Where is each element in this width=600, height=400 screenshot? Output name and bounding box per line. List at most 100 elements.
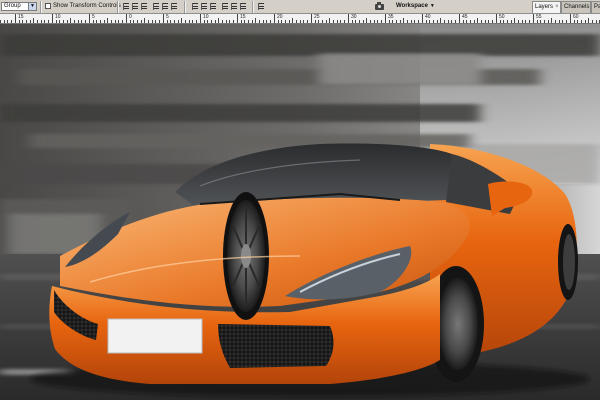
ruler-tick: [66, 20, 68, 23]
ruler-tick: [62, 20, 64, 23]
ruler-tick: [566, 20, 568, 23]
ruler-tick: [273, 14, 275, 23]
distribute-left-icon[interactable]: [222, 3, 229, 10]
ruler-tick: [492, 20, 494, 23]
tab-paths[interactable]: Pa: [591, 1, 600, 13]
ruler-tick: [362, 20, 364, 23]
distribute-hcenter-icon[interactable]: [231, 3, 238, 10]
ruler-tick: [210, 20, 212, 23]
ruler-tick: [288, 20, 290, 23]
ruler-tick: [333, 20, 334, 23]
workspace-menu[interactable]: Workspace ▼: [396, 2, 435, 11]
align-bottom-icon[interactable]: [141, 3, 148, 10]
chevron-down-icon: ▼: [28, 3, 36, 10]
horizontal-ruler[interactable]: 15 10 5 0 5 10 15 20 25 30 35 40 45 50 55 60: [0, 14, 600, 24]
ruler-tick: [462, 20, 464, 23]
ruler-label: 30: [351, 14, 357, 20]
distribute-right-icon[interactable]: [240, 3, 247, 10]
ruler-tick: [347, 14, 349, 23]
separator: [40, 1, 42, 13]
ruler-tick: [392, 20, 394, 23]
ruler-tick: [222, 20, 223, 23]
tab-channels[interactable]: Channels: [561, 1, 591, 13]
ruler-tick: [584, 20, 586, 23]
ruler-label: 5: [166, 14, 169, 20]
ruler-tick: [336, 20, 338, 23]
separator: [184, 1, 186, 13]
ruler-tick: [244, 20, 246, 23]
ruler-tick: [166, 20, 168, 23]
ruler-tick: [92, 20, 94, 23]
options-bar: Group ▼ Show Transform Controls Workspac…: [0, 0, 600, 14]
ruler-tick: [580, 20, 582, 23]
ruler-tick: [514, 18, 516, 23]
separator: [117, 1, 119, 13]
ruler-tick: [314, 20, 316, 23]
ruler-tick: [481, 20, 482, 23]
ruler-tick: [595, 20, 597, 23]
ruler-tick: [358, 20, 360, 23]
ruler-tick: [562, 20, 564, 23]
bridge-camera-icon[interactable]: [375, 2, 385, 11]
ruler-tick: [558, 20, 560, 23]
auto-select-dropdown[interactable]: Group ▼: [1, 2, 37, 11]
align-hcenter-icon[interactable]: [162, 3, 169, 10]
ruler-tick: [451, 20, 453, 23]
ruler-tick: [444, 20, 445, 23]
ruler-tick: [259, 20, 260, 23]
ruler-tick: [218, 18, 220, 23]
tab-channels-label: Channels: [564, 4, 590, 10]
align-vcenter-icon[interactable]: [132, 3, 139, 10]
align-left-icon[interactable]: [153, 3, 160, 10]
ruler-tick: [495, 14, 497, 23]
ruler-tick: [207, 20, 209, 23]
ruler-tick: [159, 20, 161, 23]
ruler-tick: [399, 20, 401, 23]
align-top-icon[interactable]: [123, 3, 130, 10]
ruler-tick: [370, 20, 371, 23]
ruler-label: 50: [499, 14, 505, 20]
ruler-tick: [488, 20, 490, 23]
ruler-tick: [543, 20, 545, 23]
ruler-tick: [532, 14, 534, 23]
ruler-tick: [225, 20, 227, 23]
ruler-tick: [536, 20, 538, 23]
ruler-tick: [569, 14, 571, 23]
ruler-tick: [214, 20, 216, 23]
distribute-top-icon[interactable]: [192, 3, 199, 10]
ruler-tick: [366, 18, 368, 23]
close-icon[interactable]: ×: [555, 4, 559, 10]
ruler-tick: [395, 20, 397, 23]
car-photo: [0, 24, 600, 400]
ruler-tick: [540, 20, 542, 23]
ruler-tick: [277, 20, 279, 23]
ruler-tick: [0, 20, 1, 23]
ruler-tick: [425, 20, 427, 23]
align-right-icon[interactable]: [171, 3, 178, 10]
ruler-tick: [381, 20, 383, 23]
ruler-tick: [325, 20, 327, 23]
ruler-tick: [199, 14, 201, 23]
ruler-tick: [262, 20, 264, 23]
ruler-tick: [455, 20, 457, 23]
ruler-tick: [148, 20, 149, 23]
ruler-label: 25: [314, 14, 320, 20]
ruler-tick: [270, 20, 272, 23]
ruler-tick: [88, 14, 90, 23]
document-canvas[interactable]: [0, 24, 600, 400]
ruler-tick: [529, 20, 531, 23]
auto-align-icon[interactable]: [258, 3, 265, 10]
ruler-tick: [340, 20, 342, 23]
show-transform-checkbox[interactable]: [45, 3, 51, 9]
ruler-tick: [373, 20, 375, 23]
tab-layers[interactable]: Layers ×: [532, 1, 561, 13]
ruler-tick: [251, 20, 253, 23]
ruler-tick: [266, 20, 268, 23]
ruler-tick: [173, 20, 175, 23]
distribute-bottom-icon[interactable]: [210, 3, 217, 10]
ruler-tick: [55, 20, 57, 23]
ruler-tick: [229, 20, 231, 23]
distribute-vcenter-icon[interactable]: [201, 3, 208, 10]
ruler-tick: [236, 14, 238, 23]
ruler-label: 55: [536, 14, 542, 20]
